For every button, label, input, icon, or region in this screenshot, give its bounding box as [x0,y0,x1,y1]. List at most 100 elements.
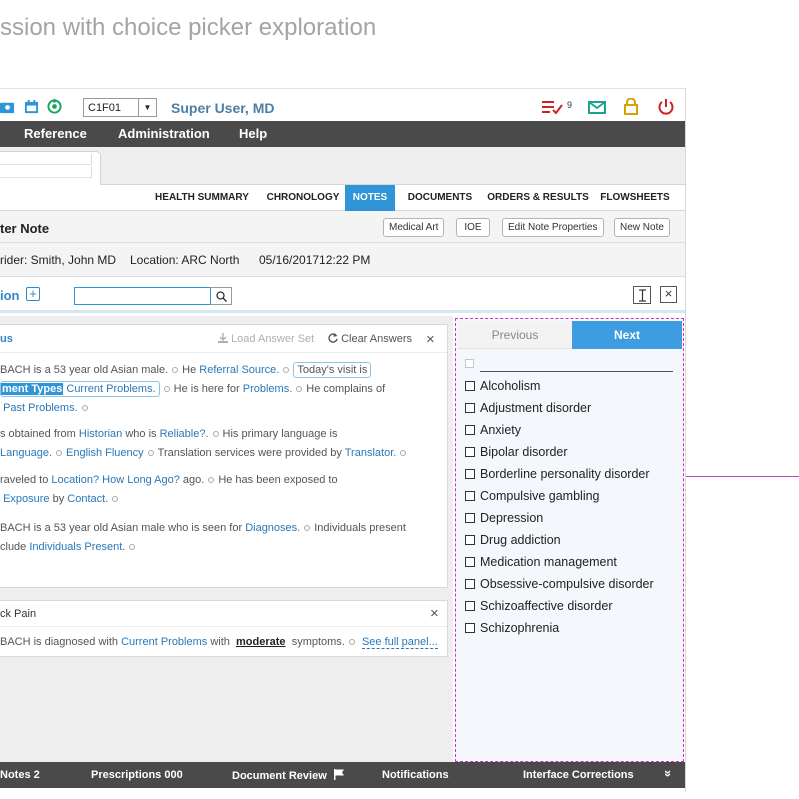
how-long-ago-link[interactable]: How Long Ago? [102,474,180,486]
circle-icon[interactable] [147,450,154,456]
clear-answers-button[interactable]: Clear Answers [328,333,412,345]
refresh-icon[interactable] [47,99,62,114]
diagnoses-link[interactable]: Diagnoses. [245,522,300,534]
next-button[interactable]: Next [572,321,682,349]
document-review-status[interactable]: Document Review [232,769,345,782]
appointment-types-link[interactable]: ment Types [1,383,64,395]
load-answer-set-button[interactable]: Load Answer Set [218,333,314,345]
circle-icon[interactable] [400,450,407,456]
severity-link[interactable]: moderate [236,636,286,648]
power-icon[interactable] [657,98,675,116]
tab-chronology[interactable]: CHRONOLOGY [262,185,344,211]
checkbox[interactable] [465,535,475,545]
circle-icon[interactable] [348,639,355,645]
previous-button[interactable]: Previous [458,321,572,349]
current-problems-link[interactable]: Current Problems [121,636,207,648]
checkbox[interactable] [465,491,475,501]
menu-item-help[interactable]: Help [239,126,267,141]
calendar-icon[interactable] [24,99,39,114]
section-search-input[interactable] [74,287,211,305]
section-label[interactable]: ion [0,288,20,303]
circle-icon[interactable] [81,405,88,411]
choice-item[interactable]: Depression [465,511,543,525]
prescriptions-status[interactable]: Prescriptions 000 [91,769,183,781]
english-fluency-link[interactable]: English Fluency [66,447,144,459]
choice-item[interactable]: Medication management [465,555,617,569]
ioe-button[interactable]: IOE [456,218,490,237]
close-icon[interactable]: × [430,605,439,622]
edit-note-properties-button[interactable]: Edit Note Properties [502,218,604,237]
tab-documents[interactable]: DOCUMENTS [402,185,478,211]
circle-icon[interactable] [172,367,179,373]
choice-item[interactable]: Schizophrenia [465,621,559,635]
choice-item[interactable]: Alcoholism [465,379,540,393]
choice-item[interactable]: Borderline personality disorder [465,467,650,481]
see-full-panel-link[interactable]: See full panel... [361,636,438,649]
checkbox[interactable] [465,403,475,413]
search-button[interactable] [210,287,232,305]
circle-icon[interactable] [212,431,219,437]
location-link[interactable]: Location? [51,474,99,486]
choice-item[interactable]: Bipolar disorder [465,445,568,459]
choice-item[interactable]: Drug addiction [465,533,561,547]
circle-icon[interactable] [112,496,119,502]
expand-icon[interactable]: » [661,770,676,777]
menu-item-reference[interactable]: Reference [24,126,87,141]
checkbox[interactable] [465,425,475,435]
visit-type-field[interactable]: ment Types Current Problems. [0,381,160,397]
mail-icon[interactable] [588,101,606,114]
lock-icon[interactable] [624,98,638,115]
choice-item[interactable]: Anxiety [465,423,521,437]
text-cursor-icon[interactable] [633,286,651,304]
menu-item-administration[interactable]: Administration [118,126,210,141]
station-select[interactable]: C1F01 ▼ [83,98,157,117]
checkbox[interactable] [465,579,475,589]
circle-icon[interactable] [296,386,303,392]
choice-item[interactable]: Adjustment disorder [465,401,591,415]
notes-status[interactable]: Notes 2 [0,769,40,781]
checkbox[interactable] [465,469,475,479]
checkbox[interactable] [465,447,475,457]
circle-icon[interactable] [163,386,170,392]
medical-art-button[interactable]: Medical Art [383,218,445,237]
reliable-link[interactable]: Reliable?. [160,428,209,440]
add-section-icon[interactable]: + [26,287,40,301]
circle-icon[interactable] [129,544,136,550]
choice-item[interactable]: Compulsive gambling [465,489,600,503]
contact-link[interactable]: Contact. [67,493,108,505]
todays-visit-field[interactable]: Today's visit is [293,362,372,378]
exposure-link[interactable]: Exposure [3,493,49,505]
checkbox[interactable] [465,557,475,567]
choice-item[interactable]: Obsessive-compulsive disorder [465,577,654,591]
tab-flowsheets[interactable]: FLOWSHEETS [597,185,673,211]
tab-health-summary[interactable]: HEALTH SUMMARY [148,185,256,211]
patient-tab[interactable] [0,151,101,185]
tab-notes[interactable]: NOTES [345,185,395,211]
checkbox[interactable] [465,601,475,611]
new-note-button[interactable]: New Note [614,218,670,237]
referral-source-link[interactable]: Referral Source. [199,364,279,376]
patients-icon[interactable] [0,99,15,114]
checkbox[interactable] [465,513,475,523]
problems-link[interactable]: Problems. [243,383,293,395]
circle-icon[interactable] [283,367,290,373]
user-name[interactable]: Super User, MD [171,100,274,116]
checkbox[interactable] [465,623,475,633]
circle-icon[interactable] [56,450,62,456]
checkbox[interactable] [465,381,475,391]
circle-icon[interactable] [208,477,215,483]
individuals-present-link[interactable]: Individuals Present. [29,541,125,553]
language-link[interactable]: Language. [0,447,52,459]
current-problems-link[interactable]: Current Problems. [66,383,155,395]
notifications-status[interactable]: Notifications [382,769,449,781]
close-section-icon[interactable]: × [660,286,677,303]
close-icon[interactable]: × [426,331,435,348]
chevron-down-icon[interactable]: ▼ [138,99,156,116]
tasks-icon[interactable] [542,100,564,115]
historian-link[interactable]: Historian [79,428,122,440]
interface-corrections-status[interactable]: Interface Corrections [523,769,634,781]
choice-filter-input[interactable] [480,371,673,372]
select-all-checkbox[interactable] [465,359,474,368]
circle-icon[interactable] [304,525,311,531]
tab-orders-results[interactable]: ORDERS & RESULTS [482,185,594,211]
